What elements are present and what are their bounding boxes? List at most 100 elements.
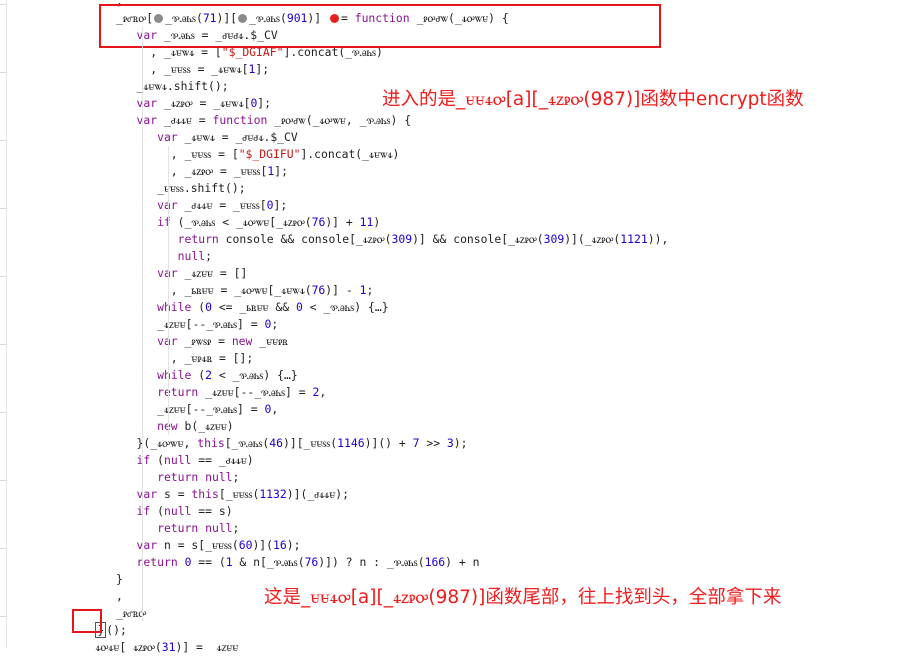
code-line[interactable]: while (0 <= _ꮟꮢꮜꮜ && 0 < _ꮘꭿꮒꮪ) {…} — [157, 299, 388, 316]
code-line[interactable]: , _ꮜꮜꮪꮪ = ["$_DGIFU"].concat(_ꮞꮜꮤꮞ) — [171, 146, 400, 163]
code-line[interactable]: _ꮞꮓꮜꮜ[--_ꮘꭿꮒꮪ] = 0; — [157, 316, 278, 333]
gutter-tick — [0, 140, 6, 141]
code-line[interactable]: , _ꮞꮓꭾꭴ = _ꮜꮜꮪꮪ[1]; — [171, 163, 288, 180]
code-keyword: var — [136, 113, 158, 127]
code-text: ]; — [273, 198, 288, 212]
code-text: ].concat(_ꮞꮜꮤꮞ) — [300, 147, 400, 161]
code-keyword: null — [163, 453, 192, 467]
code-text: ( — [191, 300, 206, 314]
code-text: [_ꮘꭿꮒꮪ( — [224, 436, 270, 450]
code-number: 60 — [238, 538, 253, 552]
highlight-box-closing-brace — [72, 609, 102, 633]
code-text: b(_ꮞꮓꮜꮜ) — [177, 419, 234, 433]
code-text: == s) — [191, 504, 233, 518]
code-keyword: var — [157, 130, 178, 144]
code-text: & n[_ꮘꭿꮒꮪ( — [232, 555, 305, 569]
code-keyword: if — [136, 453, 151, 467]
code-keyword: null — [163, 504, 192, 518]
indent-guide — [142, 27, 143, 622]
code-line[interactable]: _ꮜꮜꮪꮪ.shift(); — [157, 180, 245, 197]
code-line[interactable]: var _ꮷꮞꮞꮜ = _ꮜꮜꮪꮪ[0]; — [157, 197, 287, 214]
code-keyword: null — [177, 249, 206, 263]
code-line[interactable]: } — [116, 571, 123, 588]
code-line[interactable]: _ꮞꮓꮜꮜ[--_ꮘꭿꮒꮪ] = 0, — [157, 401, 278, 418]
code-text: s = — [157, 487, 192, 501]
code-text: == ( — [191, 555, 226, 569]
code-line[interactable]: return console && console[_ꮞꮓꭾꭴ(309)] &&… — [178, 231, 669, 248]
code-text: ; — [205, 249, 212, 263]
gutter-tick — [0, 276, 6, 277]
code-text: ]; — [274, 164, 288, 178]
code-text: )](_ꮷꮞꮞꮜ); — [286, 487, 349, 501]
code-number: 76 — [304, 555, 319, 569]
code-line[interactable]: var _ꭾꮤꮪꭾ = new _ꮜꮜꭾꮢ — [157, 333, 288, 350]
code-line[interactable]: }(_ꮞꭴꮤꮜ, this[_ꮘꭿꮒꮪ(46)][_ꮜꮜꮪꮪ(1146)]() … — [137, 435, 468, 452]
code-line[interactable]: var _ꮷꮞꮞꮜ = function _ꭾꭴꮷꮤ(_ꮞꭴꮤꮜ, _ꮘꭿꮒꮪ)… — [137, 112, 412, 129]
gutter-tick — [0, 4, 6, 5]
code-text: _ꮷꮞꮞꮜ = — [157, 113, 213, 127]
code-line[interactable]: return _ꮞꮓꮜꮜ[--_ꮘꭿꮒꮪ] = 2, — [157, 384, 326, 401]
code-text: _ꮞꮓꮜꮜ[--_ꮘꭿꮒꮪ] = — [198, 385, 313, 399]
code-text: _ꮞꮓꮜꮜ[--_ꮘꭿꮒꮪ] = — [157, 402, 265, 416]
code-number: 309 — [391, 232, 413, 246]
line-gutter — [0, 0, 7, 648]
code-text: )](_ꮞꮓꭾꭴ( — [564, 232, 621, 246]
code-text: )]( — [252, 538, 274, 552]
code-text: } — [116, 572, 123, 586]
code-text: ]; — [255, 62, 270, 76]
code-line[interactable]: , _ꮜꮜꮪꮪ = _ꮞꮜꮤꮞ[1]; — [150, 61, 269, 78]
code-line[interactable]: , — [116, 588, 123, 605]
code-text: (); — [106, 623, 127, 637]
code-text: , — [319, 385, 327, 399]
code-text: ; — [232, 521, 240, 535]
code-line[interactable]: if (null == _ꮷꮞꮞꮜ) — [137, 452, 254, 469]
code-line[interactable]: var s = this[_ꮜꮜꮪꮪ(1132)](_ꮷꮞꮞꮜ); — [137, 486, 349, 503]
code-text: ; — [271, 317, 279, 331]
code-number: 0 — [266, 198, 274, 212]
code-number: 76 — [311, 283, 326, 297]
code-keyword: while — [157, 300, 192, 314]
code-keyword: function — [212, 113, 268, 127]
code-text: ( — [150, 453, 164, 467]
code-number: 166 — [424, 555, 446, 569]
code-number: 1121 — [620, 232, 648, 246]
code-text: )] - — [325, 283, 360, 297]
code-number: 309 — [543, 232, 565, 246]
code-line[interactable]: var _ꮞꮜꮤꮞ = _ꮷꮜꮷꮞ.$_CV — [157, 129, 298, 146]
code-line[interactable]: return null; — [157, 520, 239, 537]
code-keyword: var — [136, 538, 158, 552]
gutter-tick — [0, 208, 6, 209]
gutter-tick — [0, 548, 6, 549]
code-text: ; — [366, 283, 374, 297]
code-line[interactable]: var n = s[_ꮜꮜꮪꮪ(60)](16); — [137, 537, 301, 554]
code-text: )][_ꮜꮜꮪꮪ( — [282, 436, 338, 450]
code-text: )]) ? n : _ꮘꭿꮒꮪ( — [318, 555, 425, 569]
code-line[interactable]: var _ꮞꮓꮜꮜ = [] — [157, 265, 247, 282]
code-line[interactable]: null; — [178, 248, 212, 265]
code-text: ꮞꭴꮞꮜ[ ꮞꮓꭾꭴ( — [95, 640, 162, 654]
code-line[interactable]: if (null == s) — [137, 503, 233, 520]
code-keyword: return — [177, 232, 219, 246]
code-text: ]; — [257, 96, 272, 110]
code-text: )] = ꮞꮓꮜꮜ — [175, 640, 239, 654]
code-text: ); — [453, 436, 468, 450]
code-text: _ꭾꭴꮷꮤ(_ꮞꭴꮤꮜ, _ꮘꭿꮒꮪ) { — [267, 113, 412, 127]
code-line[interactable]: return null; — [157, 469, 239, 486]
code-text: , — [116, 589, 123, 603]
code-text: _ꮷꮞꮞꮜ = _ꮜꮜꮪꮪ[ — [177, 198, 267, 212]
code-text: )), — [647, 232, 669, 246]
code-keyword: if — [136, 504, 151, 518]
code-line[interactable]: if (_ꮘꭿꮒꮪ < _ꮞꭴꮤꮜ[_ꮞꮓꭾꭴ(76)] + 11) — [157, 214, 380, 231]
code-text: < _ꮘꭿꮒꮪ) {…} — [302, 300, 389, 314]
code-line[interactable]: while (2 < _ꮘꭿꮒꮪ) {…} — [157, 367, 298, 384]
code-line[interactable]: return 0 == (1 & n[_ꮘꭿꮒꮪ(76)]) ? n : _ꮘꭿ… — [137, 554, 480, 571]
code-line[interactable]: , _ꮜꭾꮞꮢ = []; — [171, 350, 253, 367]
code-line[interactable]: var _ꮞꮓꭾꭴ = _ꮞꮜꮤꮞ[0]; — [137, 95, 271, 112]
code-line[interactable]: _ꮞꮜꮤꮞ.shift(); — [137, 78, 229, 95]
code-keyword: return — [157, 385, 199, 399]
indent-guide — [168, 146, 169, 435]
code-text: console && console[_ꮞꮓꭾꭴ( — [218, 232, 392, 246]
code-line[interactable]: , _ꮟꮢꮜꮜ = _ꮞꭴꮤꮜ[_ꮞꮜꮤꮞ(76)] - 1; — [171, 282, 374, 299]
code-keyword: var — [136, 96, 158, 110]
